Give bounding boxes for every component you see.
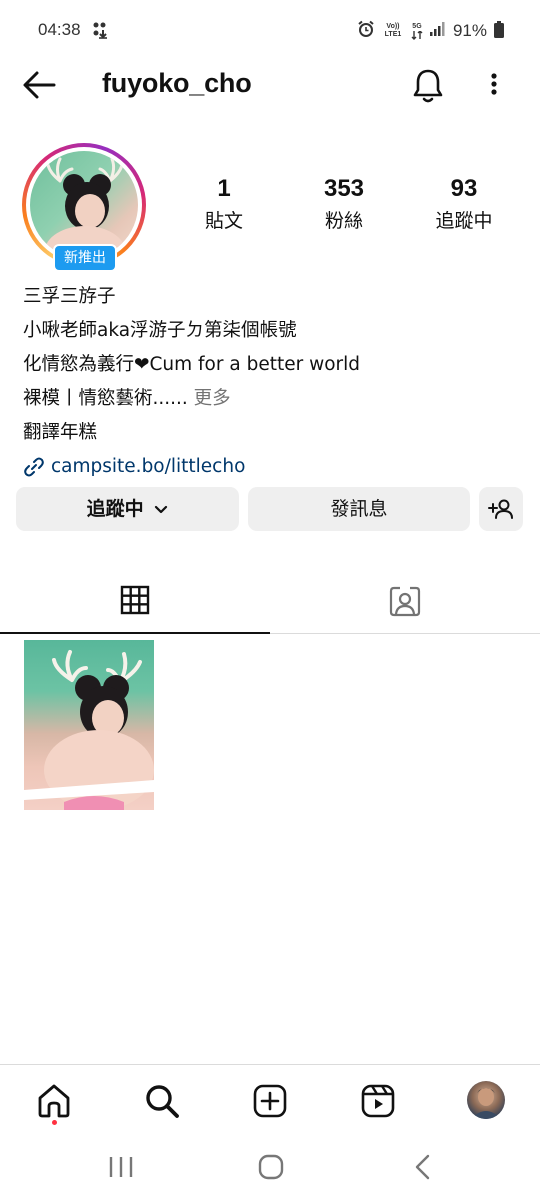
stat-followers-label: 粉絲 (324, 210, 363, 232)
network-5g-icon: 5G (411, 23, 423, 40)
nav-profile-avatar[interactable] (467, 1081, 505, 1119)
notification-icons (92, 21, 112, 43)
stat-posts[interactable]: 1 貼文 (164, 172, 284, 236)
suggested-users-button[interactable] (479, 487, 523, 531)
profile-picture (30, 151, 138, 259)
tab-grid[interactable] (0, 568, 270, 634)
stat-following-label: 追蹤中 (435, 210, 493, 232)
stat-posts-label: 貼文 (204, 210, 243, 232)
more-options-button[interactable] (482, 68, 506, 104)
status-time: 04:38 (38, 20, 81, 39)
more-vertical-icon (491, 73, 497, 95)
grid-icon (120, 585, 150, 615)
recent-apps-button[interactable] (106, 1152, 136, 1182)
profile-header: fuyoko_cho (0, 60, 540, 110)
alarm-icon (357, 20, 375, 42)
status-right: Vo)) LTE1 5G 91% (357, 20, 504, 42)
back-chevron-icon (415, 1154, 430, 1180)
notification-dot (52, 1120, 57, 1125)
profile-tabs (0, 568, 540, 634)
back-button[interactable] (20, 66, 60, 106)
profile-avatar-story[interactable]: 新推出 (22, 143, 146, 272)
status-bar: 04:38 Vo)) LTE1 5G 91% (0, 0, 540, 60)
stat-followers-value: 353 (323, 175, 365, 202)
bio-line-3-text: 裸模丨情慾藝術...... (23, 388, 188, 409)
stat-following[interactable]: 93 追蹤中 (404, 172, 524, 236)
nav-reels[interactable] (358, 1081, 398, 1121)
battery-icon (494, 20, 504, 42)
signal-icon (429, 21, 446, 41)
add-user-icon (488, 499, 513, 519)
reels-icon (361, 1084, 395, 1118)
stat-posts-value: 1 (217, 175, 231, 202)
message-button[interactable]: 發訊息 (248, 487, 470, 531)
notifications-button[interactable] (410, 65, 446, 105)
nav-create[interactable] (250, 1081, 290, 1121)
recent-apps-icon (109, 1157, 133, 1177)
home-icon (38, 1084, 70, 1118)
tab-tagged[interactable] (270, 568, 540, 634)
nav-home[interactable] (34, 1081, 74, 1121)
message-button-label: 發訊息 (330, 498, 388, 520)
bio-line-3: 裸模丨情慾藝術...... 更多 (23, 382, 523, 416)
bio-line-1: 小啾老師aka浮游子ㄉ第柒個帳號 (23, 320, 297, 341)
stat-followers[interactable]: 353 粉絲 (284, 172, 404, 236)
bottom-navigation (0, 1064, 540, 1134)
stat-following-value: 93 (450, 175, 478, 202)
following-button[interactable]: 追蹤中 (16, 487, 239, 531)
home-circle-icon (258, 1154, 284, 1180)
new-badge: 新推出 (53, 244, 117, 272)
back-system-button[interactable] (408, 1152, 438, 1182)
link-icon (24, 457, 44, 477)
tagged-person-icon (389, 586, 421, 617)
back-arrow-icon (23, 71, 56, 99)
profile-actions: 追蹤中 發訊息 (16, 487, 524, 531)
profile-stats: 1 貼文 353 粉絲 93 追蹤中 (164, 172, 524, 236)
battery-percent: 91% (452, 21, 487, 40)
system-navigation (0, 1134, 540, 1200)
network-label: 5G (412, 22, 422, 30)
chevron-down-icon (155, 505, 168, 513)
search-icon (146, 1085, 179, 1118)
home-system-button[interactable] (256, 1152, 286, 1182)
post-thumbnail[interactable] (24, 640, 154, 810)
bio-website-text: campsite.bo/littlecho (51, 456, 246, 477)
profile-bio: 三孚三斿子 小啾老師aka浮游子ㄉ第柒個帳號 化情慾為義行❤Cum for a … (23, 280, 523, 484)
bio-line-2: 化情慾為義行❤Cum for a better world (23, 354, 361, 375)
bio-display-name: 三孚三斿子 (23, 286, 116, 307)
profile-username: fuyoko_cho (102, 68, 252, 98)
bio-website-link[interactable]: campsite.bo/littlecho (23, 450, 523, 484)
nav-search[interactable] (142, 1081, 182, 1121)
bio-more-link[interactable]: 更多 (188, 388, 231, 409)
bell-icon (413, 69, 443, 103)
volte-icon: Vo)) LTE1 (384, 23, 402, 38)
bio-line-4: 翻譯年糕 (23, 422, 98, 443)
create-icon (253, 1084, 287, 1118)
following-button-label: 追蹤中 (86, 498, 144, 520)
